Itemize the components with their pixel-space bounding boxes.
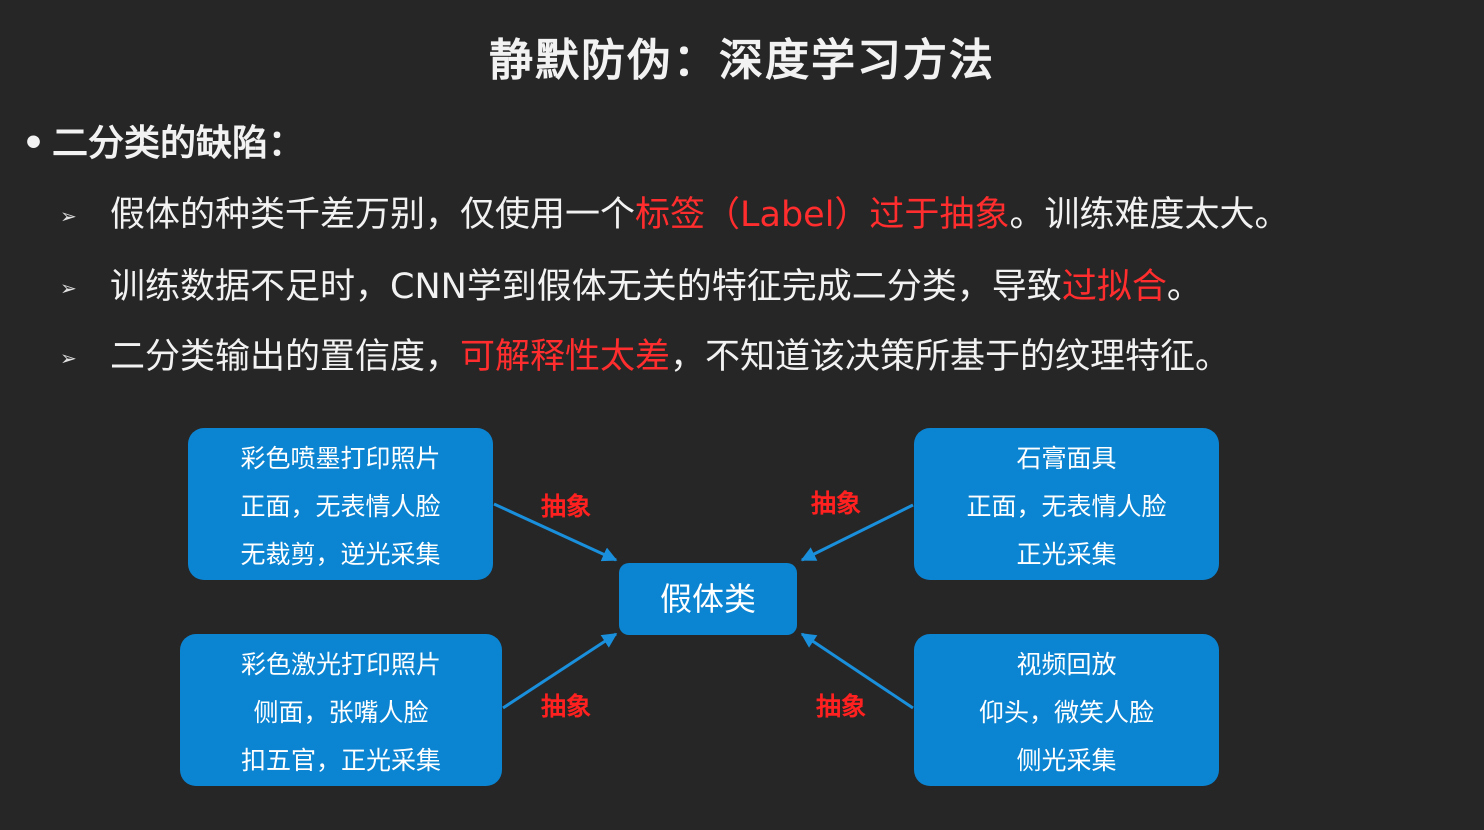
section-heading-text: 二分类的缺陷： xyxy=(52,123,305,164)
bullet-text: 二分类输出的置信度， xyxy=(110,337,461,377)
fake-type-box-inkjet: 彩色喷墨打印照片 正面，无表情人脸 无裁剪，逆光采集 xyxy=(188,428,493,580)
box-line: 侧面，张嘴人脸 xyxy=(253,698,429,727)
bullet-item-3: ➢ 二分类输出的置信度，可解释性太差，不知道该决策所基于的纹理特征。 xyxy=(60,328,1230,379)
box-line: 石膏面具 xyxy=(1016,444,1117,473)
fake-type-box-mask: 石膏面具 正面，无表情人脸 正光采集 xyxy=(914,428,1219,580)
abstract-label: 抽象 xyxy=(541,492,592,521)
fake-type-box-laser: 彩色激光打印照片 侧面，张嘴人脸 扣五官，正光采集 xyxy=(180,634,502,786)
section-heading: • 二分类的缺陷： xyxy=(22,114,304,166)
box-line: 正光采集 xyxy=(1016,540,1117,569)
bullet-highlight: 过拟合 xyxy=(1061,267,1167,307)
bullet-text: 。训练难度太大。 xyxy=(1009,195,1290,235)
box-line: 彩色喷墨打印照片 xyxy=(240,444,441,473)
box-line: 仰头，微笑人脸 xyxy=(978,698,1154,727)
box-line: 正面，无表情人脸 xyxy=(240,492,441,521)
abstract-label: 抽象 xyxy=(541,692,592,721)
abstract-label: 抽象 xyxy=(816,692,867,721)
bullet-item-1: ➢ 假体的种类千差万别，仅使用一个标签（Label）过于抽象。训练难度太大。 xyxy=(60,186,1289,237)
arrow-bullet-icon: ➢ xyxy=(60,204,77,228)
bullet-dot: • xyxy=(22,123,46,164)
box-line: 侧光采集 xyxy=(1016,746,1117,775)
bullet-text: 。 xyxy=(1166,267,1202,307)
box-line: 彩色激光打印照片 xyxy=(240,650,441,679)
bullet-text: ，不知道该决策所基于的纹理特征。 xyxy=(670,337,1231,377)
bullet-highlight: 标签（Label）过于抽象 xyxy=(635,195,1010,235)
bullet-text: 假体的种类千差万别，仅使用一个 xyxy=(110,195,636,235)
box-line: 无裁剪，逆光采集 xyxy=(240,540,441,569)
slide-title: 静默防伪：深度学习方法 xyxy=(489,35,995,86)
box-line: 扣五官，正光采集 xyxy=(240,746,441,775)
box-line: 视频回放 xyxy=(1016,650,1117,679)
arrow-bullet-icon: ➢ xyxy=(60,276,77,300)
bullet-text: 训练数据不足时，CNN学到假体无关的特征完成二分类，导致 xyxy=(110,267,1062,307)
fake-class-center-box: 假体类 xyxy=(619,563,797,635)
arrow-bullet-icon: ➢ xyxy=(60,346,77,370)
bullet-item-2: ➢ 训练数据不足时，CNN学到假体无关的特征完成二分类，导致过拟合。 xyxy=(60,258,1202,309)
fake-type-box-video: 视频回放 仰头，微笑人脸 侧光采集 xyxy=(914,634,1219,786)
abstract-label: 抽象 xyxy=(811,489,862,518)
bullet-highlight: 可解释性太差 xyxy=(460,337,671,377)
box-line: 正面，无表情人脸 xyxy=(966,492,1167,521)
